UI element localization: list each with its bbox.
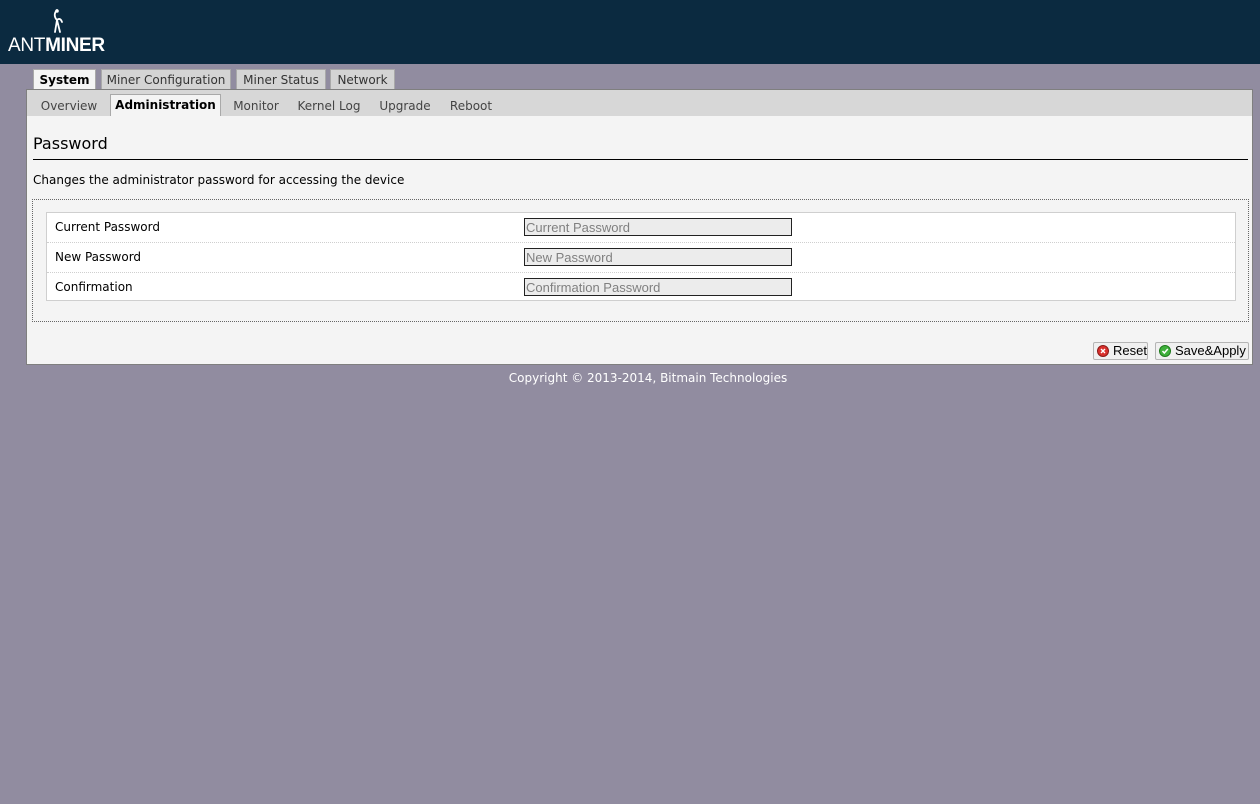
subtab-upgrade[interactable]: Upgrade: [377, 96, 433, 116]
save-apply-button[interactable]: Save&Apply: [1155, 342, 1249, 360]
subtab-administration[interactable]: Administration: [110, 94, 221, 116]
tab-miner-configuration[interactable]: Miner Configuration: [101, 69, 231, 89]
subtab-overview[interactable]: Overview: [37, 96, 101, 116]
footer-copyright: Copyright © 2013-2014, Bitmain Technolog…: [508, 371, 788, 385]
logo-text-bold: MINER: [45, 35, 105, 56]
tab-network[interactable]: Network: [330, 69, 395, 89]
reset-label: Reset: [1113, 343, 1147, 358]
page-title: Password: [33, 134, 108, 153]
top-header: ANTMINER: [0, 0, 1260, 64]
confirmation-password-input[interactable]: [524, 278, 792, 296]
save-apply-label: Save&Apply: [1175, 343, 1246, 358]
content-panel: Overview Administration Monitor Kernel L…: [26, 89, 1253, 365]
reset-button[interactable]: Reset: [1093, 342, 1148, 360]
password-form: Current Password New Password Confirmati…: [46, 212, 1236, 301]
subtab-kernel-log[interactable]: Kernel Log: [295, 96, 363, 116]
antminer-logo: ANTMINER: [8, 8, 105, 58]
sub-tab-bar: Overview Administration Monitor Kernel L…: [27, 90, 1252, 116]
tab-system[interactable]: System: [33, 69, 96, 91]
tab-miner-status[interactable]: Miner Status: [236, 69, 326, 89]
confirmation-label: Confirmation: [55, 280, 133, 294]
antminer-logo-icon: [53, 9, 63, 33]
form-row-new-password: New Password: [47, 242, 1235, 272]
title-divider: [33, 159, 1248, 160]
new-password-input[interactable]: [524, 248, 792, 266]
current-password-label: Current Password: [55, 220, 160, 234]
current-password-input[interactable]: [524, 218, 792, 236]
form-row-current-password: Current Password: [47, 213, 1235, 243]
green-check-circle-icon: [1159, 345, 1171, 357]
new-password-label: New Password: [55, 250, 142, 264]
logo-text-light: ANT: [8, 35, 46, 56]
password-fieldset: Current Password New Password Confirmati…: [32, 199, 1249, 322]
logo-text: ANTMINER: [8, 36, 105, 56]
subtab-reboot[interactable]: Reboot: [446, 96, 496, 116]
page-description: Changes the administrator password for a…: [33, 173, 405, 187]
red-x-circle-icon: [1097, 345, 1109, 357]
form-row-confirmation: Confirmation: [47, 272, 1235, 302]
subtab-monitor[interactable]: Monitor: [230, 96, 282, 116]
